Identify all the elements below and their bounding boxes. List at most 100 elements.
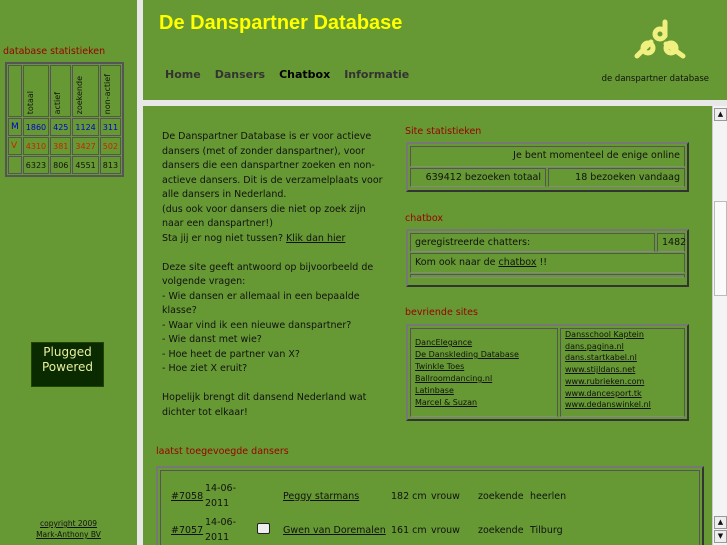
friend-site-link[interactable]: Marcel & Suzan xyxy=(415,398,477,407)
friend-site-link[interactable]: www.dancesport.tk xyxy=(565,389,642,398)
scroll-thumb[interactable] xyxy=(714,201,727,296)
stats-value: 813 xyxy=(99,156,122,174)
dancer-height: 161 cm xyxy=(391,524,427,536)
stats-header-label: totaal xyxy=(25,90,35,114)
stats-value: 806 xyxy=(50,156,72,174)
nav-home[interactable]: Home xyxy=(165,68,201,81)
registered-label: geregistreerde chatters: xyxy=(410,233,655,252)
friend-site-link[interactable]: Dansschool Kaptein xyxy=(565,330,644,339)
question-item: - Hoe ziet X eruit? xyxy=(162,363,248,374)
database-stats-table: totaal actief zoekende non-actief M 1860 425 11… xyxy=(5,62,125,177)
chatbox-title: chatbox xyxy=(405,213,443,224)
site-stats-box: Je bent momenteel de enige online 639412… xyxy=(406,142,689,192)
dancer-row: #7058 14-06- 2011 Peggy starmans 182 cm v… xyxy=(171,479,689,513)
latest-dancers-box: #7058 14-06- 2011 Peggy starmans 182 cm v… xyxy=(156,466,704,545)
stats-value: 502 xyxy=(99,137,122,155)
friend-site-link[interactable]: Twinkle Toes xyxy=(415,362,464,371)
question-item: - Wie danst met wie? xyxy=(162,334,262,345)
stats-value: 425 xyxy=(50,118,72,136)
company-link[interactable]: Mark-Anthony BV xyxy=(0,529,137,540)
badge-line2: Powered xyxy=(41,360,94,374)
stats-title: database statistieken xyxy=(3,46,106,57)
friend-site-link[interactable]: De Danskleding Database xyxy=(415,350,519,359)
dancer-gender: vrouw xyxy=(431,490,460,502)
badge-line1: Plugged xyxy=(43,345,92,359)
stats-value: 381 xyxy=(50,137,72,155)
site-title: De Danspartner Database xyxy=(159,12,403,34)
camera-icon[interactable] xyxy=(257,523,270,534)
stats-value: 311 xyxy=(99,118,122,136)
friend-site-link[interactable]: www.dedanswinkel.nl xyxy=(565,400,651,409)
dancer-date: 14-06- xyxy=(205,517,237,528)
stats-header: non-actief xyxy=(99,65,122,117)
friend-site-link[interactable]: www.rubrieken.com xyxy=(565,377,644,386)
plugged-powered-badge[interactable]: Plugged Powered xyxy=(31,342,104,387)
stats-value: 1860 xyxy=(22,118,50,136)
dancer-year: 2011 xyxy=(205,532,230,543)
register-link[interactable]: Klik dan hier xyxy=(286,233,345,244)
intro-p4: Deze site geeft antwoord op bijvoorbeeld… xyxy=(162,261,374,288)
dancer-gender: vrouw xyxy=(431,524,460,536)
scroll-up-icon[interactable]: ▲ xyxy=(714,108,727,121)
main-nav: Home Dansers Chatbox Informatie xyxy=(165,68,409,81)
registered-count: 1482 xyxy=(657,233,686,252)
friend-site-link[interactable]: Ballroomdancing.nl xyxy=(415,374,492,383)
friend-site-link[interactable]: www.stijldans.net xyxy=(565,365,635,374)
stats-value: 4310 xyxy=(22,137,50,155)
stats-value: 1124 xyxy=(72,118,99,136)
chatbox-link[interactable]: chatbox xyxy=(498,257,536,268)
copyright-link[interactable]: copyright 2009 xyxy=(0,518,137,529)
corner-cell xyxy=(8,65,22,117)
question-item: - Waar vind ik een nieuwe danspartner? xyxy=(162,319,352,331)
scroll-down-icon[interactable]: ▼ xyxy=(714,530,727,543)
stats-row-label: M xyxy=(8,118,22,136)
intro-p2: (dus ook voor dansers die niet op zoek z… xyxy=(162,203,366,230)
logo-icon xyxy=(634,19,686,59)
chat-invite: Kom ook naar de xyxy=(415,257,499,268)
nav-chatbox[interactable]: Chatbox xyxy=(279,68,330,81)
stats-header: zoekende xyxy=(72,65,99,117)
dancer-status: zoekende xyxy=(478,490,524,502)
total-visits: 639412 bezoeken totaal xyxy=(410,168,546,187)
scrollbar[interactable]: ▲ ▲ ▼ xyxy=(712,106,727,545)
dancer-id-link[interactable]: #7057 xyxy=(171,525,205,536)
friend-site-link[interactable]: DancElegance xyxy=(415,338,472,347)
friend-site-link[interactable]: Latinbase xyxy=(415,386,454,395)
friend-site-link[interactable]: dans.startkabel.nl xyxy=(565,353,637,362)
dancer-id-link[interactable]: #7058 xyxy=(171,491,205,502)
intro-p1: De Danspartner Database is er voor actie… xyxy=(162,131,383,200)
friends-box: DancElegance De Danskleding Database Twink… xyxy=(406,324,689,421)
dancer-row: #7057 14-06- 2011 Gwen van Doremalen 161 … xyxy=(171,513,689,545)
dancer-name-link[interactable]: Peggy starmans xyxy=(283,491,391,502)
nav-informatie[interactable]: Informatie xyxy=(344,68,409,81)
dancer-height: 182 cm xyxy=(391,490,427,502)
online-status: Je bent momenteel de enige online xyxy=(410,146,685,167)
stats-header-label: actief xyxy=(53,91,63,114)
stats-row: V 4310 381 3427 502 xyxy=(8,137,122,155)
friend-site-link[interactable]: dans.pagina.nl xyxy=(565,342,624,351)
scroll-up-icon-2[interactable]: ▲ xyxy=(714,516,727,529)
chatbox-box: geregistreerde chatters: 1482 Kom ook na… xyxy=(406,229,689,287)
stats-row: M 1860 425 1124 311 xyxy=(8,118,122,136)
stats-row-label: V xyxy=(8,137,22,155)
header: De Danspartner Database Home Dansers Cha… xyxy=(143,0,727,100)
intro-p5: Hopelijk brengt dit dansend Nederland wa… xyxy=(162,392,367,418)
stats-header: actief xyxy=(50,65,72,117)
dancer-year: 2011 xyxy=(205,498,230,509)
stats-value: 6323 xyxy=(22,156,50,174)
intro-text: De Danspartner Database is er voor actie… xyxy=(162,130,387,420)
chat-invite-end: !! xyxy=(536,257,548,268)
dancer-date: 14-06- xyxy=(205,483,237,494)
question-item: - Wie dansen er allemaal in een bepaalde… xyxy=(162,290,360,317)
dancer-city: Tilburg xyxy=(530,524,563,536)
sidebar: database statistieken totaal actief zoeken… xyxy=(0,0,137,545)
stats-row-label xyxy=(8,156,22,174)
dancer-name-link[interactable]: Gwen van Doremalen xyxy=(283,525,391,536)
stats-value: 3427 xyxy=(72,137,99,155)
dancer-city: heerlen xyxy=(530,490,567,502)
stats-header-label: non-actief xyxy=(102,73,112,114)
stats-value: 4551 xyxy=(72,156,99,174)
site-stats-title: Site statistieken xyxy=(405,126,482,137)
nav-dansers[interactable]: Dansers xyxy=(215,68,265,81)
intro-p3: Sta jij er nog niet tussen? xyxy=(162,232,287,244)
